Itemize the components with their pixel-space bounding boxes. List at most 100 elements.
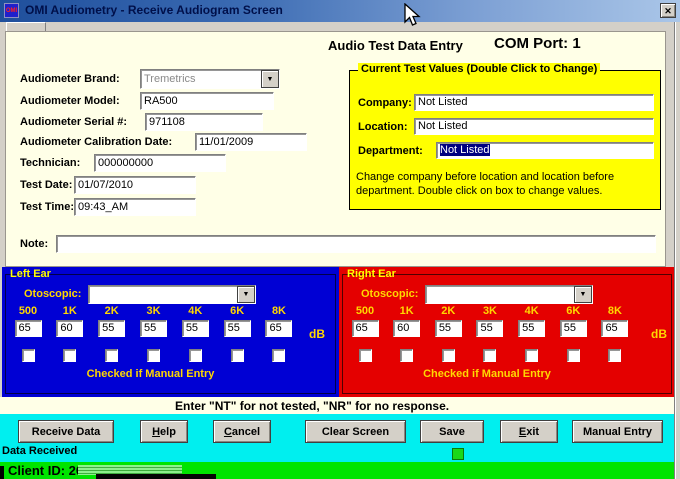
left-manual-checkbox-6k[interactable] — [231, 349, 244, 362]
manual-entry-button[interactable]: Manual Entry — [572, 420, 663, 443]
freq-column: 8K 65 — [599, 305, 631, 362]
freq-column: 8K 65 — [263, 305, 295, 362]
left-manual-checkbox-4k[interactable] — [189, 349, 202, 362]
model-label: Audiometer Model: — [20, 95, 120, 107]
technician-label: Technician: — [20, 157, 80, 169]
left-db-2k[interactable]: 55 — [98, 320, 125, 337]
left-manual-checkbox-1k[interactable] — [63, 349, 76, 362]
right-db-2k[interactable]: 55 — [435, 320, 462, 337]
test-values-hint: Change company before location and locat… — [356, 171, 656, 199]
test-time-label: Test Time: — [20, 201, 74, 213]
left-manual-entry-label: Checked if Manual Entry — [2, 368, 299, 380]
cancel-button[interactable]: Cancel — [213, 420, 271, 443]
status-bar-tick — [0, 466, 4, 479]
right-ear-panel: Right Ear Otoscopic: ▼ 500 65 1K 60 2K 5… — [339, 267, 675, 397]
right-manual-checkbox-2k[interactable] — [442, 349, 455, 362]
window-right-border — [674, 22, 680, 479]
freq-label: 8K — [608, 305, 622, 320]
right-manual-checkbox-4k[interactable] — [525, 349, 538, 362]
freq-label: 4K — [188, 305, 202, 320]
calibration-label: Audiometer Calibration Date: — [20, 136, 172, 148]
freq-label: 8K — [272, 305, 286, 320]
freq-label: 6K — [230, 305, 244, 320]
window-subtab — [6, 22, 46, 31]
current-test-values-group: Current Test Values (Double Click to Cha… — [349, 70, 661, 210]
company-label: Company: — [358, 97, 412, 109]
company-field[interactable]: Not Listed — [414, 94, 654, 111]
app-icon: OMI — [4, 3, 19, 18]
right-db-3k[interactable]: 55 — [476, 320, 503, 337]
left-db-unit-label: dB — [309, 327, 325, 341]
brand-label: Audiometer Brand: — [20, 73, 120, 85]
test-time-field[interactable] — [74, 198, 196, 216]
note-field[interactable] — [56, 235, 656, 253]
right-db-1k[interactable]: 60 — [393, 320, 420, 337]
left-otoscopic-dropdown[interactable]: ▼ — [88, 285, 256, 304]
left-manual-checkbox-8k[interactable] — [272, 349, 285, 362]
freq-column: 500 65 — [349, 305, 381, 362]
freq-label: 3K — [483, 305, 497, 320]
left-ear-panel: Left Ear Otoscopic: ▼ 500 65 1K 60 2K 55 — [2, 267, 339, 397]
technician-field[interactable] — [94, 154, 226, 172]
chevron-down-icon[interactable]: ▼ — [574, 286, 592, 303]
left-db-3k[interactable]: 55 — [140, 320, 167, 337]
freq-column: 500 65 — [12, 305, 44, 362]
test-date-field[interactable] — [74, 176, 196, 194]
freq-label: 1K — [63, 305, 77, 320]
location-field[interactable]: Not Listed — [414, 118, 654, 135]
left-manual-checkbox-2k[interactable] — [105, 349, 118, 362]
close-icon[interactable]: ✕ — [660, 3, 676, 18]
freq-label: 3K — [146, 305, 160, 320]
redaction-shadow — [96, 474, 216, 479]
status-indicator — [452, 448, 464, 460]
freq-column: 4K 55 — [179, 305, 211, 362]
model-field[interactable] — [140, 92, 274, 110]
right-manual-checkbox-500[interactable] — [359, 349, 372, 362]
main-form-panel: Audio Test Data Entry COM Port: 1 Audiom… — [5, 31, 666, 267]
title-bar: OMI OMI Audiometry - Receive Audiogram S… — [0, 0, 680, 22]
window-substrip — [0, 22, 680, 31]
left-db-6k[interactable]: 55 — [224, 320, 251, 337]
right-manual-checkbox-1k[interactable] — [400, 349, 413, 362]
app-window: OMI OMI Audiometry - Receive Audiogram S… — [0, 0, 680, 479]
left-db-500[interactable]: 65 — [15, 320, 42, 337]
clear-screen-button[interactable]: Clear Screen — [305, 420, 406, 443]
freq-column: 3K 55 — [474, 305, 506, 362]
save-button[interactable]: Save — [420, 420, 484, 443]
right-db-500[interactable]: 65 — [352, 320, 379, 337]
right-db-unit-label: dB — [651, 327, 667, 341]
calibration-field[interactable] — [195, 133, 307, 151]
right-db-6k[interactable]: 55 — [560, 320, 587, 337]
com-port-label: COM Port: 1 — [494, 35, 581, 52]
freq-column: 6K 55 — [221, 305, 253, 362]
test-date-label: Test Date: — [20, 179, 72, 191]
department-field[interactable]: Not Listed — [436, 142, 654, 159]
left-db-4k[interactable]: 55 — [182, 320, 209, 337]
right-db-4k[interactable]: 55 — [518, 320, 545, 337]
freq-label: 2K — [105, 305, 119, 320]
status-bar: Client ID: 2003 — [0, 462, 680, 479]
left-db-8k[interactable]: 65 — [265, 320, 292, 337]
right-otoscopic-dropdown[interactable]: ▼ — [425, 285, 593, 304]
page-title: Audio Test Data Entry — [328, 38, 463, 53]
help-button[interactable]: Help — [140, 420, 188, 443]
freq-column: 1K 60 — [391, 305, 423, 362]
receive-data-button[interactable]: Receive Data — [18, 420, 114, 443]
right-manual-checkbox-8k[interactable] — [608, 349, 621, 362]
location-value: Not Listed — [418, 120, 468, 132]
left-manual-checkbox-500[interactable] — [22, 349, 35, 362]
right-manual-checkbox-6k[interactable] — [567, 349, 580, 362]
left-manual-checkbox-3k[interactable] — [147, 349, 160, 362]
brand-dropdown[interactable]: Tremetrics ▼ — [140, 69, 280, 89]
freq-label: 1K — [400, 305, 414, 320]
chevron-down-icon[interactable]: ▼ — [261, 70, 279, 88]
department-label: Department: — [358, 145, 423, 157]
mouse-cursor — [403, 3, 423, 34]
exit-button[interactable]: Exit — [500, 420, 558, 443]
right-manual-checkbox-3k[interactable] — [483, 349, 496, 362]
serial-field[interactable] — [145, 113, 263, 131]
right-db-8k[interactable]: 65 — [601, 320, 628, 337]
chevron-down-icon[interactable]: ▼ — [237, 286, 255, 303]
freq-column: 3K 55 — [137, 305, 169, 362]
left-db-1k[interactable]: 60 — [56, 320, 83, 337]
